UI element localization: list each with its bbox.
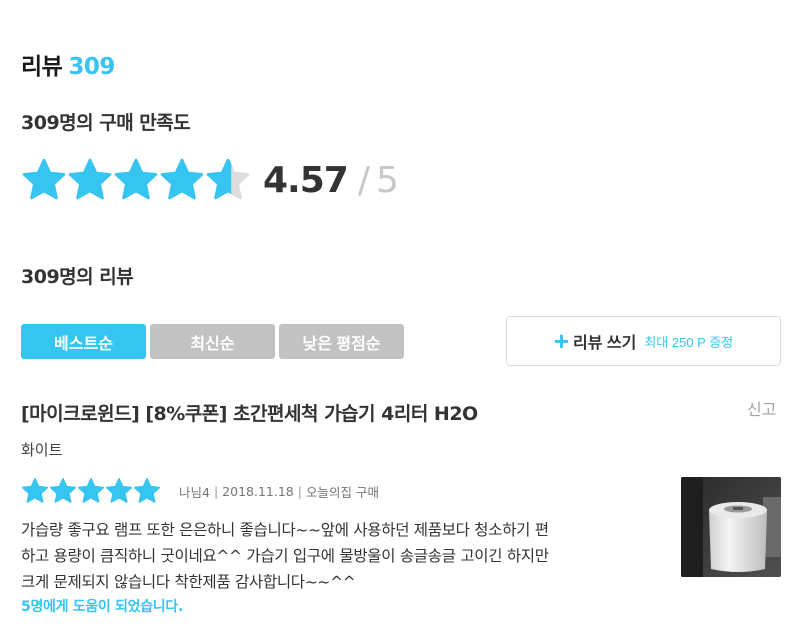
star-icon — [50, 478, 76, 503]
report-button[interactable]: 신고 — [747, 396, 776, 420]
star-icon — [22, 158, 66, 200]
rating-stars — [21, 157, 251, 203]
review-meta-row: 나님4 | 2018.11.18 | 오늘의집 구매 — [21, 477, 379, 505]
star-icon — [78, 478, 104, 503]
star-icon — [134, 478, 160, 503]
review-body-line: 가습량 좋구요 램프 또한 은은하니 좋습니다~~앞에 사용하던 제품보다 청소… — [21, 521, 549, 539]
reviews-count-label: 309명의 리뷰 — [21, 266, 134, 288]
star-icon — [106, 478, 132, 503]
review-header: 리뷰 309 — [21, 47, 115, 81]
review-option: 화이트 — [21, 441, 63, 459]
star-icon — [68, 158, 112, 200]
review-source: 오늘의집 구매 — [305, 484, 379, 500]
review-count: 309 — [68, 54, 115, 80]
write-review-button[interactable]: + 리뷰 쓰기 최대 250 P 증정 — [506, 316, 781, 366]
meta-divider: | — [297, 483, 302, 499]
review-body-line: 크게 문제되지 않습니다 착한제품 감사합니다~~^^ — [21, 573, 356, 591]
meta-divider: | — [213, 483, 219, 499]
review-body: 가습량 좋구요 램프 또한 은은하니 좋습니다~~앞에 사용하던 제품보다 청소… — [21, 517, 661, 595]
rating-value: 4.57 — [263, 159, 349, 201]
review-meta: 나님4 | 2018.11.18 | 오늘의집 구매 — [179, 482, 379, 501]
star-icon — [160, 158, 204, 200]
rating-summary: 4.57 / 5 — [21, 154, 399, 206]
review-photo[interactable] — [681, 477, 781, 577]
satisfaction-label: 309명의 구매 만족도 — [21, 112, 191, 134]
star-icon — [114, 158, 158, 200]
sort-tabs: 베스트순 최신순 낮은 평점순 — [21, 324, 404, 359]
sort-tab-low-rating[interactable]: 낮은 평점순 — [279, 324, 404, 359]
sort-tab-best[interactable]: 베스트순 — [21, 324, 146, 359]
humidifier-photo — [681, 477, 781, 577]
review-product-name[interactable]: [마이크로윈드] [8%쿠폰] 초간편세척 가습기 4리터 H2O — [21, 399, 478, 426]
review-stars — [21, 477, 161, 505]
rating-separator: / — [357, 159, 370, 201]
star-icon — [22, 478, 48, 503]
review-date: 2018.11.18 — [222, 483, 294, 499]
sort-tab-latest[interactable]: 최신순 — [150, 324, 275, 359]
review-body-line: 하고 용량이 큼직하니 굿이네요^^ 가습기 입구에 물방울이 송글송글 고이긴… — [21, 547, 549, 565]
plus-icon: + — [553, 326, 570, 356]
review-title: 리뷰 — [21, 54, 63, 80]
write-review-label: 리뷰 쓰기 — [573, 335, 637, 352]
star-icon — [206, 158, 250, 200]
write-review-reward: 최대 250 P 증정 — [644, 334, 734, 350]
helpful-count: 5명에게 도움이 되었습니다. — [21, 599, 183, 615]
rating-max: 5 — [375, 159, 399, 201]
review-author[interactable]: 나님4 — [179, 482, 210, 501]
